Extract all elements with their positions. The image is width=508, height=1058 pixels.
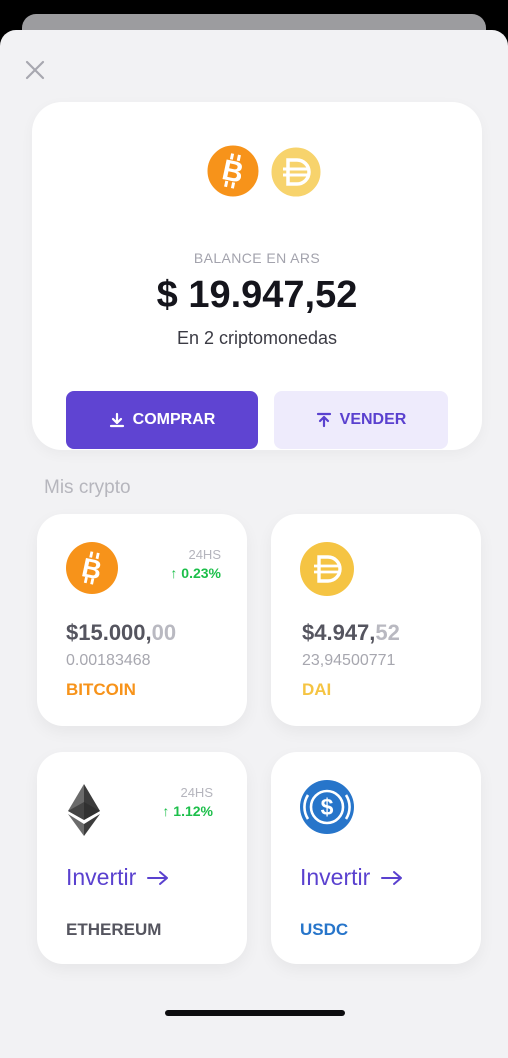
crypto-card-bitcoin[interactable]: B 24HS ↑ 0.23% $15.000,00 0.00183468 BIT…: [37, 514, 247, 726]
invest-link[interactable]: Invertir: [300, 864, 404, 891]
card-quantity: 23,94500771: [302, 652, 396, 669]
crypto-card-ethereum[interactable]: 24HS ↑ 1.12% Invertir ETHEREUM: [37, 752, 247, 964]
coin-stack: B: [204, 142, 330, 200]
card-price: $15.000,00: [66, 620, 177, 645]
card-name: ETHEREUM: [66, 920, 162, 939]
buy-button-label: COMPRAR: [132, 411, 216, 428]
change-percent: ↑ 0.23%: [170, 565, 221, 581]
crypto-card-dai[interactable]: $4.947,52 23,94500771 DAI: [271, 514, 481, 726]
change-percent: ↑ 1.12%: [162, 803, 213, 819]
crypto-sheet: B BALANCE EN ARS $ 19.947,52 En 2 cripto…: [0, 30, 508, 1058]
ethereum-icon: [68, 784, 100, 836]
card-price: $4.947,52: [302, 620, 400, 645]
close-icon[interactable]: [24, 59, 46, 81]
balance-value: $ 19.947,52: [156, 274, 358, 316]
change-period: 24HS: [188, 547, 221, 562]
svg-text:$: $: [321, 794, 334, 820]
card-name: USDC: [300, 920, 349, 939]
arrow-right-icon: [147, 870, 169, 885]
balance-subtitle: En 2 criptomonedas: [176, 328, 338, 348]
home-indicator[interactable]: [165, 1010, 345, 1016]
section-title: Mis crypto: [44, 477, 131, 498]
arrow-up-icon: ↑: [170, 565, 182, 581]
upload-icon: [316, 412, 331, 428]
dai-icon: [268, 144, 324, 200]
dai-icon: [300, 542, 354, 596]
balance-card: B BALANCE EN ARS $ 19.947,52 En 2 cripto…: [32, 102, 482, 450]
card-name: DAI: [302, 680, 332, 699]
usdc-icon: $: [300, 780, 354, 834]
arrow-right-icon: [381, 870, 403, 885]
invest-link[interactable]: Invertir: [66, 864, 170, 891]
download-icon: [109, 412, 124, 428]
sell-button-label: VENDER: [339, 411, 407, 428]
balance-label: BALANCE EN ARS: [193, 250, 321, 266]
change-period: 24HS: [180, 785, 213, 800]
crypto-card-usdc[interactable]: $ Invertir USDC: [271, 752, 481, 964]
arrow-up-icon: ↑: [162, 803, 174, 819]
bitcoin-icon: B: [66, 542, 118, 594]
bitcoin-icon: B: [204, 142, 262, 200]
card-name: BITCOIN: [66, 680, 136, 699]
sell-button[interactable]: VENDER: [274, 391, 448, 449]
buy-button[interactable]: COMPRAR: [66, 391, 258, 449]
card-quantity: 0.00183468: [66, 652, 151, 669]
